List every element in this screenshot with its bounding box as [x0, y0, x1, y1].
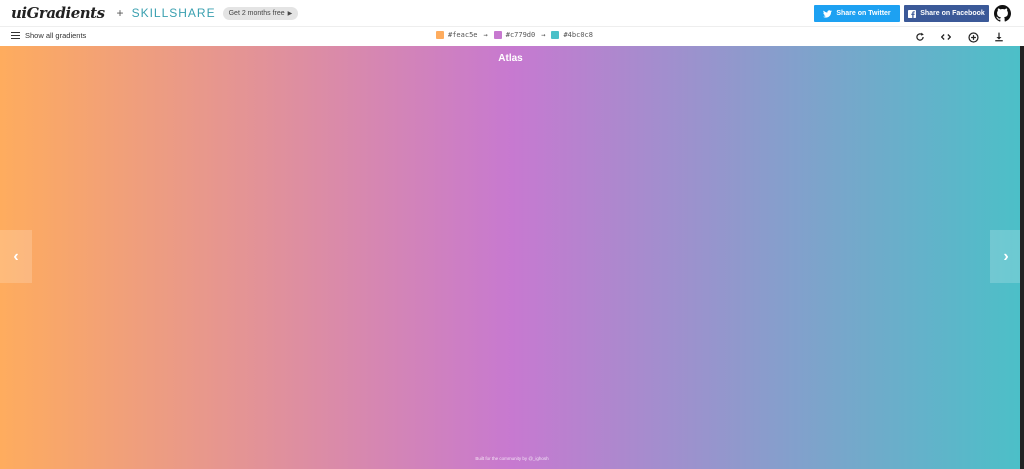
share-facebook-button[interactable]: Share on Facebook	[904, 5, 989, 22]
top-bar: uiGradients + SKILLSHARE Get 2 months fr…	[0, 0, 1024, 27]
gradient-name: Atlas	[498, 53, 523, 64]
share-facebook-label: Share on Facebook	[920, 10, 985, 17]
twitter-icon	[823, 9, 833, 18]
github-icon[interactable]	[994, 5, 1011, 22]
logo[interactable]: uiGradients	[11, 4, 105, 22]
share-twitter-label: Share on Twitter	[836, 10, 891, 17]
share-twitter-button[interactable]: Share on Twitter	[814, 5, 900, 22]
gradient-preview	[0, 46, 1024, 469]
code-icon[interactable]	[939, 30, 953, 44]
color-swatch[interactable]	[493, 31, 502, 39]
download-icon[interactable]	[992, 30, 1006, 44]
color-code[interactable]: #feac5e	[448, 31, 478, 39]
plus-sign: +	[116, 6, 124, 20]
show-all-gradients-button[interactable]: Show all gradients	[11, 31, 86, 40]
play-icon: ▶	[287, 10, 293, 17]
promo-label: Get 2 months free	[228, 9, 285, 17]
skillshare-link[interactable]: SKILLSHARE	[132, 6, 216, 20]
hamburger-icon	[11, 32, 20, 39]
facebook-icon	[908, 9, 917, 18]
color-swatch[interactable]	[551, 31, 560, 39]
promo-badge[interactable]: Get 2 months free ▶	[222, 6, 299, 20]
toolbar: Show all gradients #feac5e → #c779d0 → #…	[0, 27, 1024, 46]
arrow-right-icon: →	[541, 31, 546, 39]
footer-credit: Built for the community by @_ighosh	[475, 456, 549, 461]
refresh-icon[interactable]	[913, 30, 927, 44]
show-all-gradients-label: Show all gradients	[25, 31, 87, 40]
color-code[interactable]: #4bc0c8	[563, 31, 593, 39]
chevron-right-icon: ›	[1003, 247, 1009, 265]
add-icon[interactable]	[966, 30, 980, 44]
color-swatch[interactable]	[436, 31, 444, 39]
color-code[interactable]: #c779d0	[506, 31, 536, 39]
next-gradient-button[interactable]: ›	[990, 230, 1022, 283]
arrow-right-icon: →	[483, 31, 488, 39]
previous-gradient-button[interactable]: ‹	[0, 230, 32, 283]
chevron-left-icon: ‹	[13, 247, 19, 265]
color-stops: #feac5e → #c779d0 → #4bc0c8	[436, 31, 593, 39]
window-edge	[1020, 46, 1024, 469]
